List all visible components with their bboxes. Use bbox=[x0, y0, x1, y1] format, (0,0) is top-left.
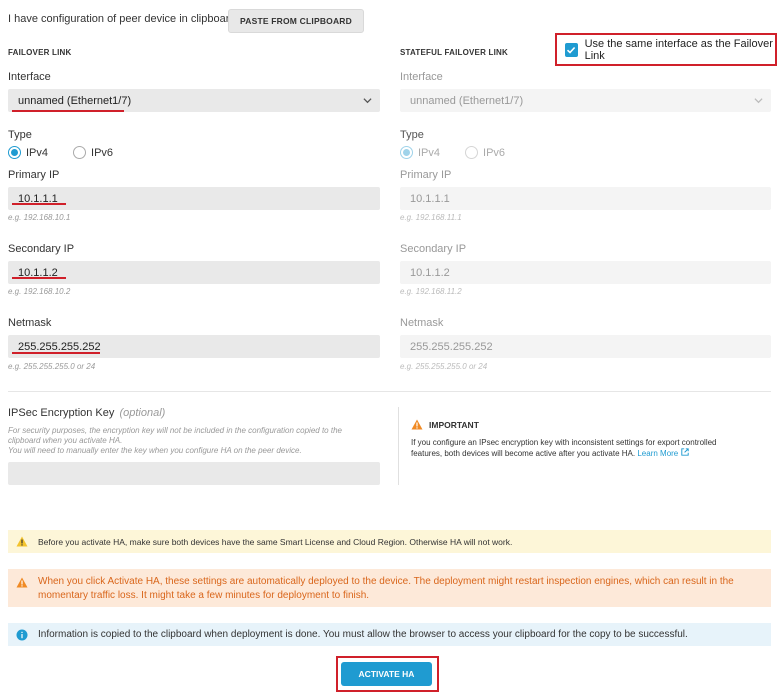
license-warning-banner: Before you activate HA, make sure both d… bbox=[8, 530, 771, 553]
interface-highlight-underline bbox=[12, 110, 124, 112]
stateful-secondary-ip-input: 10.1.1.2 bbox=[400, 261, 771, 284]
stateful-secondary-ip-hint: e.g. 192.168.11.2 bbox=[400, 287, 462, 296]
ipsec-key-label-text: IPSec Encryption Key bbox=[8, 407, 115, 419]
important-note: IMPORTANT If you configure an IPsec encr… bbox=[398, 407, 771, 485]
failover-ipv6-radio[interactable] bbox=[73, 146, 87, 159]
failover-primary-ip-input[interactable]: 10.1.1.1 bbox=[8, 187, 380, 210]
ipsec-desc-line-1: For security purposes, the encryption ke… bbox=[8, 426, 342, 435]
section-divider bbox=[8, 391, 771, 392]
license-warning-text: Before you activate HA, make sure both d… bbox=[38, 536, 513, 547]
failover-interface-value: unnamed (Ethernet1/7) bbox=[18, 94, 132, 107]
ipsec-desc-line-2: clipboard when you activate HA. bbox=[8, 436, 123, 445]
important-text: If you configure an IPsec encryption key… bbox=[411, 437, 717, 459]
stateful-failover-link-title: STATEFUL FAILOVER LINK bbox=[400, 48, 508, 57]
ipsec-key-label: IPSec Encryption Key (optional) bbox=[8, 407, 165, 419]
failover-ipv4-label: IPv4 bbox=[26, 146, 49, 159]
ipsec-key-input[interactable] bbox=[8, 462, 380, 485]
warning-icon bbox=[16, 577, 28, 588]
failover-link-title: FAILOVER LINK bbox=[8, 48, 72, 57]
stateful-netmask-input: 255.255.255.252 bbox=[400, 335, 771, 358]
activate-ha-button[interactable]: ACTIVATE HA bbox=[341, 662, 432, 686]
failover-interface-label: Interface bbox=[8, 71, 51, 83]
failover-primary-ip-label: Primary IP bbox=[8, 169, 60, 181]
failover-secondary-ip-input[interactable]: 10.1.1.2 bbox=[8, 261, 380, 284]
netmask-highlight-underline bbox=[12, 352, 100, 354]
stateful-ipv6-radio bbox=[465, 146, 479, 159]
warning-icon bbox=[16, 536, 28, 547]
ipsec-key-optional: (optional) bbox=[119, 407, 166, 419]
stateful-netmask-label: Netmask bbox=[400, 317, 444, 329]
clipboard-info-text: Information is copied to the clipboard w… bbox=[38, 629, 688, 640]
important-line-1: If you configure an IPsec encryption key… bbox=[411, 438, 717, 447]
failover-secondary-ip-hint: e.g. 192.168.10.2 bbox=[8, 287, 71, 296]
stateful-interface-label: Interface bbox=[400, 71, 443, 83]
same-interface-label: Use the same interface as the Failover L… bbox=[584, 37, 773, 62]
deployment-warning-line-2: momentary traffic loss. It might take a … bbox=[38, 590, 370, 601]
ipsec-key-description: For security purposes, the encryption ke… bbox=[8, 426, 388, 456]
failover-type-radios: IPv4 IPv6 bbox=[8, 146, 113, 159]
stateful-type-radios: IPv4 IPv6 bbox=[400, 146, 505, 159]
stateful-ipv4-label: IPv4 bbox=[418, 146, 441, 159]
stateful-ipv4-radio bbox=[400, 146, 413, 159]
failover-primary-ip-hint: e.g. 192.168.10.1 bbox=[8, 213, 71, 222]
important-line-2: features, both devices will become activ… bbox=[411, 449, 636, 458]
failover-netmask-label: Netmask bbox=[8, 317, 52, 329]
deployment-warning-text: When you click Activate HA, these settin… bbox=[38, 575, 734, 603]
stateful-ipv6-label: IPv6 bbox=[483, 146, 506, 159]
failover-type-label: Type bbox=[8, 129, 32, 141]
stateful-primary-ip-label: Primary IP bbox=[400, 169, 452, 181]
stateful-type-label: Type bbox=[400, 129, 424, 141]
failover-netmask-input[interactable]: 255.255.255.252 bbox=[8, 335, 380, 358]
same-interface-option[interactable]: Use the same interface as the Failover L… bbox=[555, 33, 777, 66]
chevron-down-icon bbox=[363, 98, 372, 104]
primary-ip-highlight-underline bbox=[12, 203, 66, 205]
external-link-icon bbox=[680, 448, 689, 456]
stateful-interface-value: unnamed (Ethernet1/7) bbox=[410, 94, 524, 107]
same-interface-checkbox[interactable] bbox=[565, 42, 578, 57]
stateful-secondary-ip-label: Secondary IP bbox=[400, 243, 467, 255]
failover-ipv4-radio[interactable] bbox=[8, 146, 21, 159]
learn-more-link[interactable]: Learn More bbox=[637, 448, 689, 458]
ipsec-desc-line-3: You will need to manually enter the key … bbox=[8, 446, 302, 455]
chevron-down-icon bbox=[754, 98, 763, 104]
stateful-primary-ip-input: 10.1.1.1 bbox=[400, 187, 771, 210]
stateful-primary-ip-hint: e.g. 192.168.11.1 bbox=[400, 213, 462, 222]
failover-secondary-ip-label: Secondary IP bbox=[8, 243, 75, 255]
clipboard-info-banner: Information is copied to the clipboard w… bbox=[8, 623, 771, 646]
failover-interface-select[interactable]: unnamed (Ethernet1/7) bbox=[8, 89, 380, 112]
stateful-netmask-hint: e.g. 255.255.255.0 or 24 bbox=[400, 362, 488, 371]
paste-from-clipboard-button[interactable]: PASTE FROM CLIPBOARD bbox=[228, 9, 364, 33]
deployment-warning-banner: When you click Activate HA, these settin… bbox=[8, 569, 771, 607]
important-title: IMPORTANT bbox=[429, 419, 479, 430]
stateful-interface-select: unnamed (Ethernet1/7) bbox=[400, 89, 771, 112]
warning-icon bbox=[411, 419, 423, 430]
failover-netmask-hint: e.g. 255.255.255.0 or 24 bbox=[8, 362, 96, 371]
learn-more-text: Learn More bbox=[637, 449, 679, 458]
info-icon bbox=[16, 629, 28, 640]
check-icon bbox=[567, 46, 576, 54]
secondary-ip-highlight-underline bbox=[12, 277, 66, 279]
failover-ipv6-label: IPv6 bbox=[91, 146, 114, 159]
clipboard-prompt: I have configuration of peer device in c… bbox=[8, 13, 236, 25]
deployment-warning-line-1: When you click Activate HA, these settin… bbox=[38, 576, 734, 587]
